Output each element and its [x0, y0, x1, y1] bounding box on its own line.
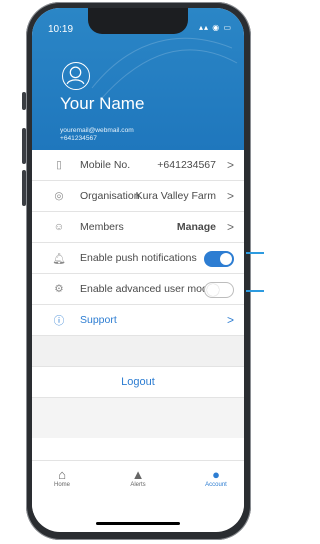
account-icon: ● — [212, 467, 220, 482]
alert-icon: ▲ — [131, 467, 145, 482]
profile-header: 10:19 ▴▴ ◉ ▭ Your Name youremail@webmail… — [32, 8, 244, 150]
organisation-row[interactable]: ◎ Organisation Kura Valley Farm > — [32, 181, 244, 212]
row-label: Support — [80, 314, 117, 326]
advanced-user-mode-toggle[interactable] — [204, 282, 234, 298]
row-label: Enable push notifications — [80, 252, 197, 264]
toggle-knob — [207, 284, 219, 296]
tab-account[interactable]: ● Account — [196, 467, 236, 488]
mobile-icon: ▯ — [56, 159, 62, 171]
push-notifications-toggle[interactable] — [204, 251, 234, 267]
row-value: Kura Valley Farm — [135, 190, 216, 202]
section-gap — [32, 398, 244, 438]
user-icon — [66, 66, 85, 85]
mobile-number-row[interactable]: ▯ Mobile No. +641234567 > — [32, 150, 244, 181]
home-icon: ⌂ — [58, 467, 66, 482]
row-label: Enable advanced user mode — [80, 283, 214, 295]
settings-list: ▯ Mobile No. +641234567 > ◎ Organisation… — [32, 150, 244, 438]
bell-icon: 🔔︎ — [52, 252, 66, 265]
callout-line — [246, 290, 264, 292]
location-icon: ◎ — [54, 190, 64, 202]
row-label: Members — [80, 221, 124, 233]
row-label: Organisation — [80, 190, 140, 202]
profile-phone: +641234567 — [60, 135, 97, 142]
phone-side-button — [22, 170, 26, 206]
members-row[interactable]: ☺ Members Manage > — [32, 212, 244, 243]
home-indicator — [96, 522, 180, 525]
chevron-right-icon: > — [226, 158, 234, 172]
tab-label: Alerts — [130, 482, 146, 488]
chevron-right-icon: > — [226, 313, 234, 327]
section-gap — [32, 336, 244, 367]
row-label: Mobile No. — [80, 159, 131, 171]
row-value: +641234567 — [157, 159, 216, 171]
tab-home[interactable]: ⌂ Home — [42, 467, 82, 488]
profile-name: Your Name — [60, 94, 145, 113]
avatar — [62, 62, 90, 90]
push-notifications-row: 🔔︎ Enable push notifications — [32, 243, 244, 274]
advanced-user-mode-row: ⚙︎ Enable advanced user mode — [32, 274, 244, 305]
status-time: 10:19 — [48, 24, 74, 35]
advanced-user-icon: ⚙︎ — [54, 283, 64, 295]
status-icons: ▴▴ ◉ ▭ — [198, 23, 232, 32]
chevron-right-icon: > — [226, 220, 234, 234]
phone-side-button — [22, 92, 26, 110]
phone-side-button — [22, 128, 26, 164]
support-row[interactable]: ⓘ Support > — [32, 305, 244, 336]
app-screen: 10:19 ▴▴ ◉ ▭ Your Name youremail@webmail… — [32, 8, 244, 532]
manage-link[interactable]: Manage — [177, 221, 216, 233]
toggle-knob — [220, 253, 232, 265]
tab-alerts[interactable]: ▲ Alerts — [118, 467, 158, 488]
profile-email: youremail@webmail.com — [60, 127, 134, 134]
device-notch — [88, 8, 188, 34]
callout-line — [246, 252, 264, 254]
tab-label: Account — [205, 482, 227, 488]
members-icon: ☺ — [53, 221, 65, 233]
question-icon: ⓘ — [53, 314, 65, 327]
chevron-right-icon: > — [226, 189, 234, 203]
bottom-tab-bar: ⌂ Home ▲ Alerts ● Account — [32, 460, 244, 513]
tab-label: Home — [53, 482, 70, 488]
logout-button[interactable]: Logout — [32, 367, 244, 398]
